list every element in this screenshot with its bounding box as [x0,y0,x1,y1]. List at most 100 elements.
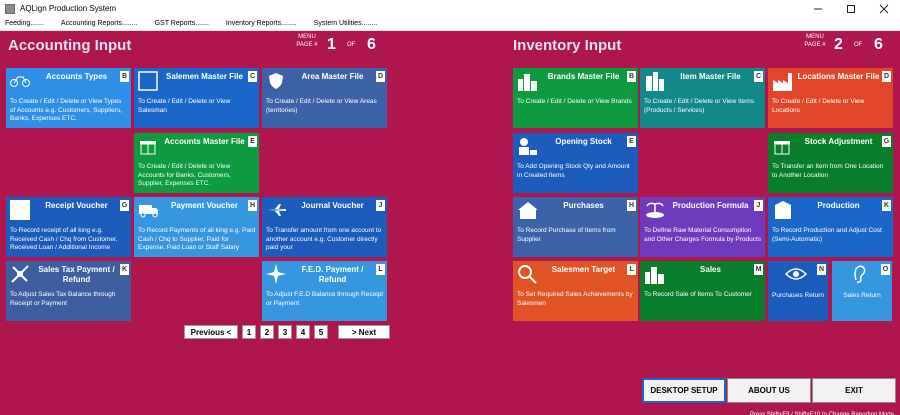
pager: Previous < 1 2 3 4 5 > Next [184,325,390,339]
tile-salesmen-target[interactable]: Salesmen Target L To Set Required Sales … [513,261,638,321]
page-3-button[interactable]: 3 [278,325,292,339]
tile-description: To Create / Edit / Delete or View Salesm… [138,98,231,114]
chef-icon [517,136,537,156]
tile-journal-voucher[interactable]: Journal Voucher J To Transfer amount fro… [262,197,387,257]
shortcut-key: G [120,200,129,211]
tile-description: To Adjust F.E.D Balance through Receipt … [266,291,384,307]
page-1-button[interactable]: 1 [242,325,256,339]
desktop-setup-button[interactable]: DESKTOP SETUP [642,378,726,403]
minimize-icon[interactable] [801,0,834,17]
tile-title: Purchases Return [771,292,825,299]
island-icon [644,200,664,220]
inventory-page-label: MENU PAGE # [800,33,830,49]
tile-description: To Create / Edit / Delete or View Locati… [772,98,865,114]
shortcut-key: C [248,71,257,82]
tile-opening-stock[interactable]: Opening Stock E To Add Opening Stock Qty… [513,133,638,193]
gift-icon [772,136,792,156]
tile-title: Sales [700,265,721,274]
shortcut-key: C [754,71,763,82]
inventory-page-number: 2 [834,36,843,53]
tile-description: To Add Opening Stock Qty and Amount in C… [517,163,630,179]
tile-title: Sales Tax Payment / Refund [38,265,115,284]
tile-description: To Create / Edit / Delete or View Items … [644,98,755,114]
building-icon [772,200,792,220]
tile-purchases-return[interactable]: N Purchases Return [768,261,828,321]
shortcut-key: K [882,200,891,211]
tile-sales-return[interactable]: O Sales Return [832,261,892,321]
tile-description: To Adjust Sales Tax Balance through Rece… [10,291,116,307]
accounting-of-label: OF [347,42,356,48]
shortcut-key: B [120,71,129,82]
accounting-page-total: 6 [367,36,376,53]
tile-description: To Set Required Sales Achievements by Sa… [517,291,633,307]
tile-description: To Create / Edit / Delete or View Areas … [266,98,377,114]
previous-button[interactable]: Previous < [184,325,238,339]
tile-accounts-types[interactable]: Accounts Types B To Create / Edit / Dele… [6,68,131,128]
menu-feeding[interactable]: Feeding....... [5,20,44,27]
about-us-button[interactable]: ABOUT US [727,378,811,403]
tile-title: Salemen Master File [166,72,243,81]
tile-title: Item Master File [680,72,741,81]
close-icon[interactable] [867,0,900,17]
tile-sales[interactable]: Sales M To Record Sale of Items To Custo… [640,261,765,321]
tile-fed-payment-refund[interactable]: F.E.D. Payment / Refund L To Adjust F.E.… [262,261,387,321]
tile-description: To Record Production and Adjust Cost (Se… [772,227,882,243]
menu-bar: Feeding....... Accounting Reports.......… [0,17,900,31]
next-button[interactable]: > Next [338,325,390,339]
tile-title: Journal Voucher [301,201,364,210]
tile-receipt-voucher[interactable]: Receipt Voucher G To Record receipt of a… [6,197,131,257]
shortcut-key: H [627,200,636,211]
main-panel: Accounting Input MENU PAGE # 1 OF 6 Inve… [0,31,900,415]
shortcut-key: E [627,136,636,147]
inventory-title: Inventory Input [513,37,622,54]
eye-icon [784,265,808,283]
shortcut-key: N [817,264,826,275]
blank-square-icon [10,200,30,220]
menu-label: MENU [298,34,316,40]
menu-inventory-reports[interactable]: Inventory Reports........ [226,20,297,27]
bicycle-icon [10,71,30,91]
tile-item-master-file[interactable]: Item Master File C To Create / Edit / De… [640,68,765,128]
menu-system-utilities[interactable]: System Utilities........ [314,20,377,27]
tile-title: Area Master File [301,72,364,81]
city-icon [517,71,537,91]
page-4-button[interactable]: 4 [296,325,310,339]
tile-sales-tax-payment-refund[interactable]: Sales Tax Payment / Refund K To Adjust S… [6,261,131,321]
shortcut-key: L [627,264,636,275]
page-5-button[interactable]: 5 [314,325,328,339]
tile-title: Production Formula [672,201,749,210]
airplane-icon [266,200,286,220]
tile-title: Accounts Types [45,72,108,81]
page-2-button[interactable]: 2 [260,325,274,339]
inventory-page-total: 6 [874,36,883,53]
shortcut-key: G [882,136,891,147]
tile-accounts-master-file[interactable]: Accounts Master File E To Create / Edit … [134,133,259,193]
tile-title: Receipt Voucher [45,201,108,210]
window-title: AQLign Production System [20,4,117,13]
shortcut-key: J [376,200,385,211]
menu-gst-reports[interactable]: GST Reports....... [155,20,209,27]
sparkle-icon [266,264,286,284]
tile-description: To Transfer an Item from One Location to… [772,163,884,179]
tile-description: To Create / Edit / Delete or View Brands [517,98,632,105]
title-bar: AQLign Production System [0,0,900,17]
tile-area-master-file[interactable]: Area Master File D To Create / Edit / De… [262,68,387,128]
tile-title: Purchases [563,201,604,210]
tile-locations-master-file[interactable]: Locations Master File D To Create / Edit… [768,68,893,128]
shortcut-key: B [627,71,636,82]
tile-title: Production [817,201,860,210]
exit-button[interactable]: EXIT [812,378,896,403]
menu-accounting-reports[interactable]: Accounting Reports........ [61,20,138,27]
tile-salemen-master-file[interactable]: Salemen Master File C To Create / Edit /… [134,68,259,128]
tile-title: F.E.D. Payment / Refund [301,265,364,284]
factory-icon [772,71,792,91]
inventory-of-label: OF [854,42,863,48]
tile-production-formula[interactable]: Production Formula J To Define Raw Mater… [640,197,765,257]
tile-title: Brands Master File [547,72,620,81]
tile-payment-voucher[interactable]: Payment Voucher H To Record Payments of … [134,197,259,257]
tile-purchases[interactable]: Purchases H To Record Purchase of Items … [513,197,638,257]
tile-brands-master-file[interactable]: Brands Master File B To Create / Edit / … [513,68,638,128]
maximize-icon[interactable] [834,0,867,17]
tile-production[interactable]: Production K To Record Production and Ad… [768,197,893,257]
tile-stock-adjustment[interactable]: Stock Adjustment G To Transfer an Item f… [768,133,893,193]
